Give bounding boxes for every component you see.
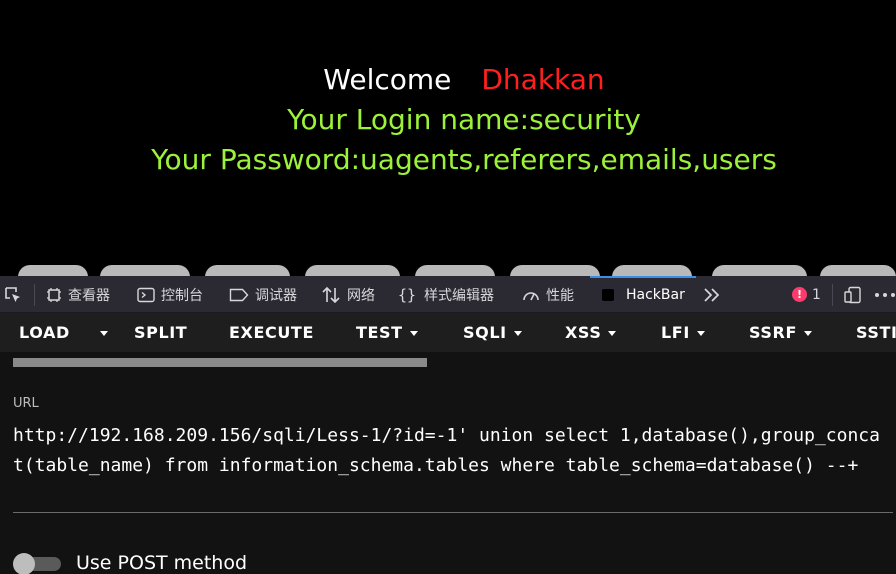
toggle-knob — [13, 553, 35, 574]
tab-style-editor[interactable]: {} 样式编辑器 — [398, 276, 494, 313]
sqli-menu[interactable]: SQLI — [463, 313, 522, 352]
svg-text:{}: {} — [398, 286, 416, 304]
caret-down-icon — [513, 331, 522, 336]
page-content: Welcome Dhakkan Your Login name:security … — [0, 0, 896, 276]
welcome-text: Welcome — [323, 63, 452, 96]
load-dropdown-button[interactable] — [85, 313, 115, 352]
execute-button[interactable]: EXECUTE — [229, 313, 314, 352]
more-options-icon — [875, 292, 895, 297]
tab-debugger[interactable]: 调试器 — [229, 276, 297, 313]
caret-down-icon — [608, 331, 617, 336]
execute-label: EXECUTE — [229, 323, 314, 342]
load-button[interactable]: LOAD — [19, 313, 70, 352]
performance-icon — [523, 291, 539, 300]
caret-down-icon — [803, 331, 812, 336]
chevron-double-right-icon — [704, 287, 720, 302]
url-input-underline — [13, 512, 893, 513]
test-menu[interactable]: TEST — [356, 313, 418, 352]
ssti-menu[interactable]: SSTI — [856, 313, 896, 352]
hackbar-menu: LOAD SPLIT EXECUTE TEST SQLI XSS LFI SSR… — [0, 313, 896, 352]
caret-down-icon — [696, 331, 705, 336]
split-button[interactable]: SPLIT — [134, 313, 187, 352]
caret-down-icon — [409, 331, 418, 336]
tab-inspector[interactable]: 查看器 — [46, 276, 110, 313]
tab-console[interactable]: 控制台 — [137, 276, 203, 313]
tab-performance[interactable]: 性能 — [522, 276, 574, 313]
xss-menu[interactable]: XSS — [565, 313, 617, 352]
lfi-menu[interactable]: LFI — [661, 313, 705, 352]
responsive-design-icon — [844, 286, 861, 303]
decorative-image-strip — [0, 262, 896, 276]
devtools-toolbar: 查看器 控制台 调试器 网络 {} 样式编辑器 性能 HackBar ! 1 — [0, 276, 896, 313]
tab-label: 样式编辑器 — [424, 287, 494, 304]
username-text: Dhakkan — [481, 63, 605, 96]
debugger-icon — [229, 288, 249, 301]
toolbar-divider — [34, 284, 35, 306]
load-label: LOAD — [19, 323, 70, 342]
xss-label: XSS — [565, 323, 602, 342]
welcome-line: Welcome Dhakkan — [0, 63, 896, 97]
tab-label: 网络 — [347, 287, 375, 304]
responsive-design-button[interactable] — [844, 276, 862, 313]
tab-label: 性能 — [546, 287, 574, 304]
post-method-label: Use POST method — [76, 552, 248, 574]
inspector-icon — [47, 287, 61, 302]
sqli-label: SQLI — [463, 323, 507, 342]
caret-down-icon — [99, 331, 108, 336]
picker-icon — [5, 286, 20, 302]
element-picker-button[interactable] — [4, 276, 22, 313]
horizontal-scrollbar[interactable] — [13, 358, 427, 367]
ssti-label: SSTI — [856, 323, 896, 342]
tab-network[interactable]: 网络 — [321, 276, 375, 313]
hackbar-icon — [602, 288, 614, 301]
console-icon — [137, 287, 155, 302]
hackbar-panel: LOAD SPLIT EXECUTE TEST SQLI XSS LFI SSR… — [0, 313, 896, 574]
password-line: Your Password:uagents,referers,emails,us… — [151, 143, 777, 176]
error-icon: ! — [792, 287, 807, 302]
post-method-toggle[interactable] — [13, 553, 61, 574]
login-name-line: Your Login name:security — [287, 103, 641, 136]
toolbar-divider — [832, 284, 833, 306]
url-input[interactable]: http://192.168.209.156/sqli/Less-1/?id=-… — [13, 421, 888, 481]
tab-label: 查看器 — [68, 287, 110, 304]
split-label: SPLIT — [134, 323, 188, 342]
tab-label: 控制台 — [161, 287, 203, 304]
ssrf-menu[interactable]: SSRF — [749, 313, 812, 352]
error-count-badge[interactable]: ! 1 — [792, 276, 821, 313]
error-count: 1 — [812, 286, 821, 303]
tab-label: HackBar — [626, 286, 685, 303]
devtools-menu-button[interactable] — [874, 276, 896, 313]
tab-label: 调试器 — [255, 287, 297, 304]
test-label: TEST — [356, 323, 403, 342]
url-label: URL — [13, 396, 39, 411]
lfi-label: LFI — [661, 323, 690, 342]
style-editor-icon: {} — [398, 286, 416, 304]
more-tabs-button[interactable] — [703, 276, 721, 313]
network-icon — [322, 286, 340, 303]
ssrf-label: SSRF — [749, 323, 797, 342]
tab-hackbar[interactable]: HackBar — [590, 276, 696, 313]
